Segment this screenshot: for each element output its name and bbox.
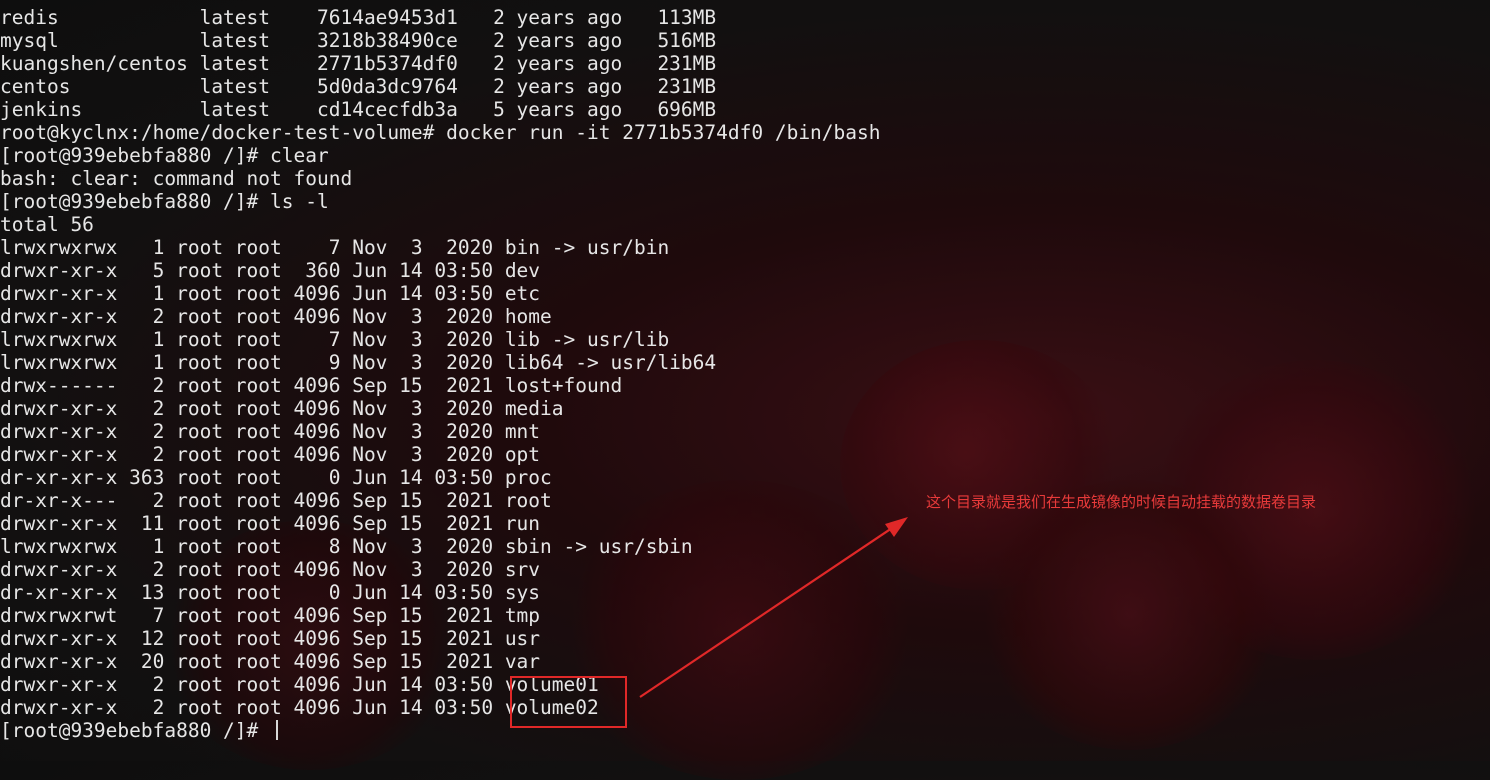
terminal-output[interactable]: redis latest 7614ae9453d1 2 years ago 11… xyxy=(0,6,881,742)
terminal-line: drwxr-xr-x 1 root root 4096 Jun 14 03:50… xyxy=(0,282,541,305)
terminal-line: centos latest 5d0da3dc9764 2 years ago 2… xyxy=(0,75,717,98)
terminal-line: drwxr-xr-x 2 root root 4096 Nov 3 2020 m… xyxy=(0,420,541,443)
terminal-line: redis latest 7614ae9453d1 2 years ago 11… xyxy=(0,6,717,29)
highlight-box xyxy=(510,676,627,728)
terminal-line: lrwxrwxrwx 1 root root 7 Nov 3 2020 bin … xyxy=(0,236,670,259)
terminal-line: lrwxrwxrwx 1 root root 7 Nov 3 2020 lib … xyxy=(0,328,670,351)
terminal-line: drwxrwxrwt 7 root root 4096 Sep 15 2021 … xyxy=(0,604,541,627)
terminal-line: bash: clear: command not found xyxy=(0,167,353,190)
terminal-line: drwxr-xr-x 12 root root 4096 Sep 15 2021… xyxy=(0,627,541,650)
terminal-line: drwxr-xr-x 2 root root 4096 Nov 3 2020 h… xyxy=(0,305,552,328)
terminal-line: dr-xr-xr-x 363 root root 0 Jun 14 03:50 … xyxy=(0,466,552,489)
terminal-line: drwxr-xr-x 2 root root 4096 Nov 3 2020 o… xyxy=(0,443,541,466)
annotation-text: 这个目录就是我们在生成镜像的时候自动挂载的数据卷目录 xyxy=(926,493,1317,511)
terminal-prompt-line[interactable]: [root@939ebebfa880 /]# xyxy=(0,719,881,742)
background-rose xyxy=(980,480,1280,750)
terminal-line: drwxr-xr-x 2 root root 4096 Nov 3 2020 s… xyxy=(0,558,541,581)
text-cursor xyxy=(276,720,279,740)
terminal-line: drwxr-xr-x 2 root root 4096 Nov 3 2020 m… xyxy=(0,397,564,420)
terminal-line: [root@939ebebfa880 /]# clear xyxy=(0,144,329,167)
terminal-line: lrwxrwxrwx 1 root root 9 Nov 3 2020 lib6… xyxy=(0,351,717,374)
terminal-line: lrwxrwxrwx 1 root root 8 Nov 3 2020 sbin… xyxy=(0,535,693,558)
terminal-line: dr-xr-x--- 2 root root 4096 Sep 15 2021 … xyxy=(0,489,552,512)
terminal-line: mysql latest 3218b38490ce 2 years ago 51… xyxy=(0,29,717,52)
terminal-line: kuangshen/centos latest 2771b5374df0 2 y… xyxy=(0,52,717,75)
terminal-line: jenkins latest cd14cecfdb3a 5 years ago … xyxy=(0,98,717,121)
terminal-line: drwxr-xr-x 5 root root 360 Jun 14 03:50 … xyxy=(0,259,541,282)
terminal-line: dr-xr-xr-x 13 root root 0 Jun 14 03:50 s… xyxy=(0,581,541,604)
terminal-line: drwxr-xr-x 20 root root 4096 Sep 15 2021… xyxy=(0,650,541,673)
terminal-line: drwx------ 2 root root 4096 Sep 15 2021 … xyxy=(0,374,623,397)
terminal-line: drwxr-xr-x 2 root root 4096 Jun 14 03:50… xyxy=(0,696,599,719)
terminal-line: total 56 xyxy=(0,213,94,236)
terminal-line: root@kyclnx:/home/docker-test-volume# do… xyxy=(0,121,881,144)
terminal-line: drwxr-xr-x 11 root root 4096 Sep 15 2021… xyxy=(0,512,541,535)
terminal-line: [root@939ebebfa880 /]# ls -l xyxy=(0,190,329,213)
terminal-line: drwxr-xr-x 2 root root 4096 Jun 14 03:50… xyxy=(0,673,599,696)
terminal-prompt: [root@939ebebfa880 /]# xyxy=(0,719,271,742)
